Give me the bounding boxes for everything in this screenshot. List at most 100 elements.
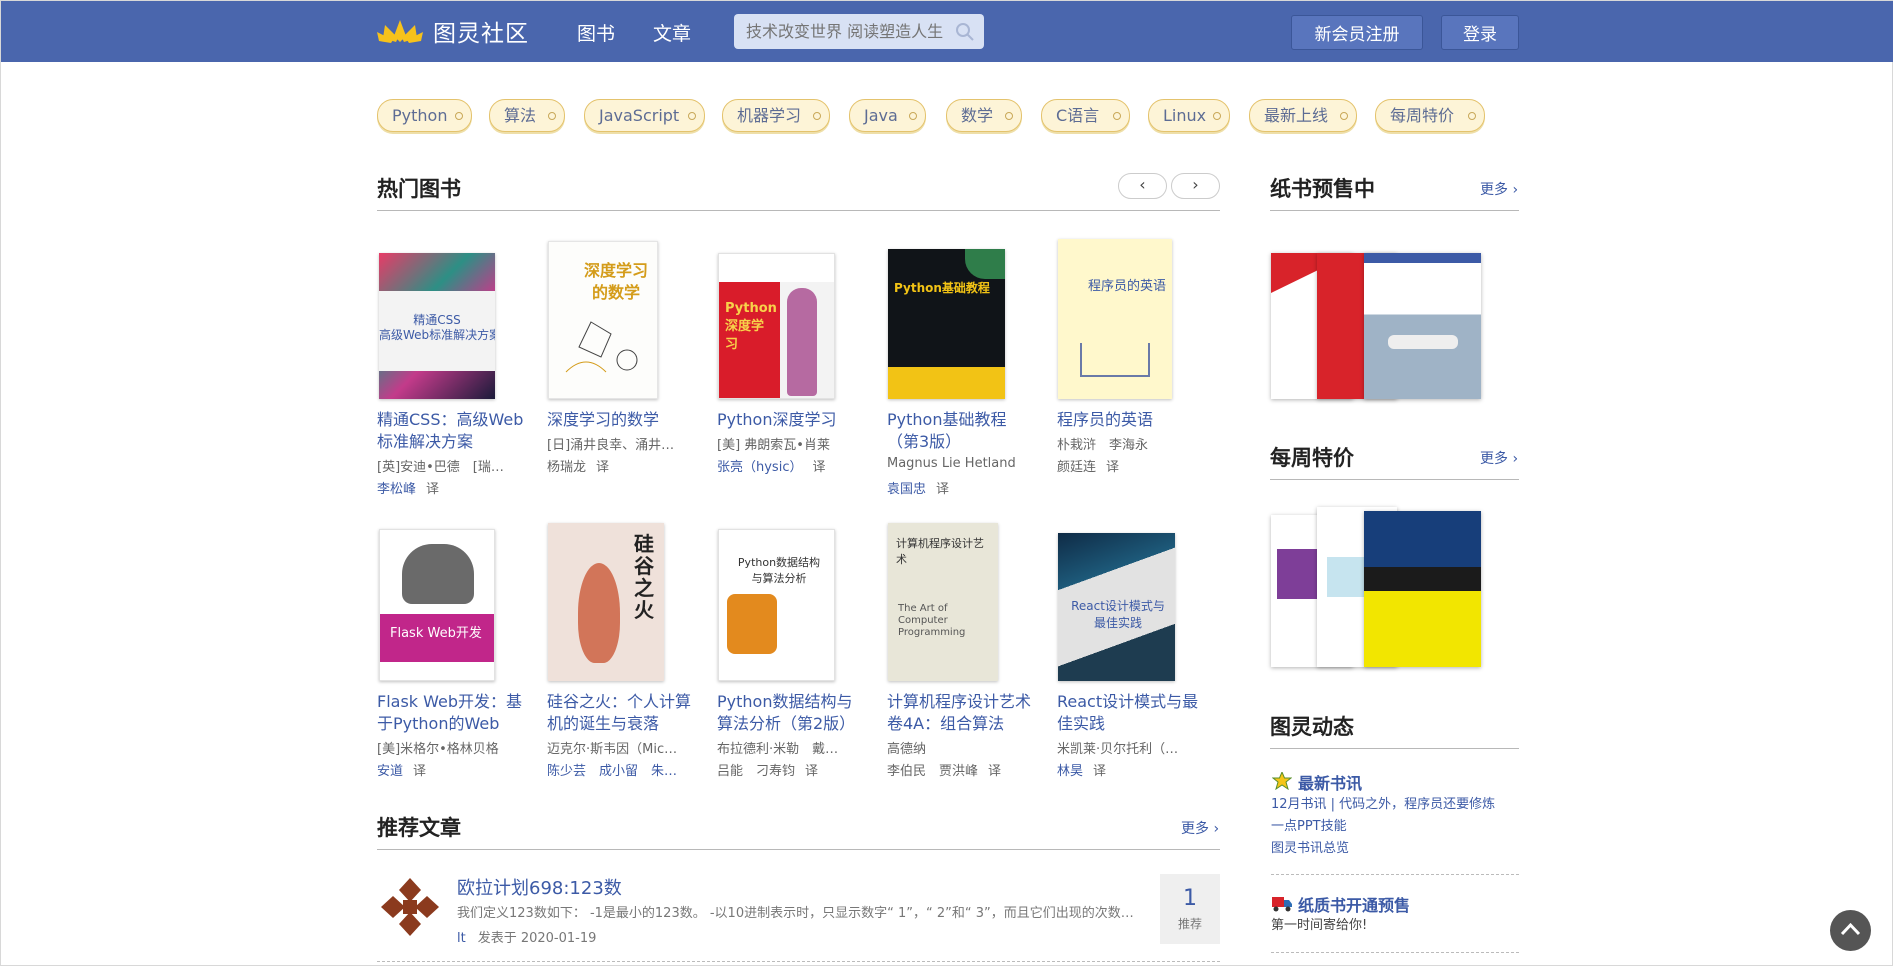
book-cover[interactable]: Python数据结构与算法分析 [718,529,835,681]
tag-algorithm[interactable]: 算法 [489,99,565,132]
tag-dot-icon [909,112,917,120]
news-line[interactable]: 图灵书讯总览 [1271,838,1349,860]
tag-machine-learning[interactable]: 机器学习 [722,99,830,132]
presale-book-cover[interactable] [1364,253,1481,399]
book-title[interactable]: Python基础教程（第3版） [887,409,1037,453]
tag-python[interactable]: Python [377,99,472,132]
book-translator: 颜廷连译 [1057,456,1207,475]
cover-figure [787,288,817,396]
section-divider [1270,748,1519,749]
cover-title: Python数据结构与算法分析 [737,556,821,585]
news-item-title[interactable]: 最新书讯 [1298,770,1362,794]
carousel-next-button[interactable]: › [1171,173,1220,199]
nav-articles[interactable]: 文章 [653,19,691,46]
tag-new-releases[interactable]: 最新上线 [1249,99,1357,132]
book-cover[interactable]: Python基础教程 [888,249,1005,399]
recommend-label: 推荐 [1177,917,1202,931]
translator-name[interactable]: 吕能 刁寿钧 [717,764,795,779]
book-cover[interactable]: 深度学习的数学 [548,241,658,399]
tag-weekly-deals[interactable]: 每周特价 [1375,99,1485,132]
search-icon[interactable] [955,22,975,42]
recommend-box[interactable]: 1 推荐 [1160,874,1220,944]
logo-text: 图灵社区 [433,21,529,47]
article-summary: 我们定义123数如下： -1是最小的123数。 -以10进制表示时，只显示数字“… [457,906,1134,921]
weekly-more-link[interactable]: 更多 › [1480,448,1518,468]
nav-books[interactable]: 图书 [577,19,615,46]
book-author: [美]米格尔•格林贝格 [377,742,499,757]
tag-dot-icon [548,112,556,120]
register-button[interactable]: 新会员注册 [1291,15,1423,50]
tag-math[interactable]: 数学 [946,99,1022,132]
news-item-title[interactable]: 纸质书开通预售 [1298,892,1410,916]
news-divider [1271,952,1519,953]
book-translator[interactable]: 陈少芸 成小留 朱… [547,760,697,779]
tag-dot-icon [455,112,463,120]
section-divider [1270,479,1519,480]
tag-dot-icon [1113,112,1121,120]
book-cover[interactable]: 精通CSS 高级Web标准解决方案 [379,253,495,399]
weekly-book-cover[interactable] [1364,511,1481,667]
book-title[interactable]: Python数据结构与算法分析（第2版） [717,691,867,735]
cover-art [965,249,1005,279]
book-title[interactable]: 精通CSS：高级Web标准解决方案 [377,409,527,453]
cover-title: React设计模式与最佳实践 [1071,599,1165,630]
book-cover[interactable]: React设计模式与最佳实践 [1058,533,1175,681]
book-title[interactable]: 计算机程序设计艺术 卷4A：组合算法 [887,691,1037,735]
book-title[interactable]: 深度学习的数学 [547,409,697,431]
book-cover[interactable]: Python深度学习 [718,253,835,399]
book-author: 高德纳 [887,742,927,757]
news-line[interactable]: 一点PPT技能 [1271,816,1347,838]
lotus-logo-icon [377,20,423,43]
book-title[interactable]: 程序员的英语 [1057,409,1207,431]
translator-name[interactable]: 安道 [377,764,403,779]
book-cover[interactable]: 程序员的英语 [1058,239,1172,399]
news-line[interactable]: 12月书讯 | 代码之外，程序员还要修炼 [1271,794,1495,816]
article-author[interactable]: lt [457,931,466,946]
translator-name[interactable]: 李松峰 [377,482,416,497]
login-button[interactable]: 登录 [1441,15,1519,50]
book-translator: 吕能 刁寿钧译 [717,760,867,779]
book-title[interactable]: Flask Web开发：基于Python的Web [377,691,527,735]
translate-label: 译 [805,764,819,779]
translator-name[interactable]: 林昊 [1057,764,1083,779]
book-title[interactable]: 硅谷之火：个人计算机的诞生与衰落 [547,691,697,735]
book-title[interactable]: Python深度学习 [717,409,867,431]
tag-java[interactable]: Java [849,99,926,132]
book-cover[interactable]: 计算机程序设计艺术 The Art of Computer Programming [888,523,998,681]
section-divider [377,849,1220,850]
search-box [734,14,984,49]
book-cover[interactable]: Flask Web开发 [379,529,495,681]
site-logo[interactable]: 图灵社区 [377,15,529,47]
tag-label: Python [392,106,448,125]
translate-label: 译 [1093,764,1107,779]
translator-name[interactable]: 袁国忠 [887,482,926,497]
book-cover[interactable]: 硅谷之火 [548,523,664,681]
article-avatar[interactable] [377,874,443,940]
cover-art [1080,343,1150,377]
translator-name[interactable]: 杨瑞龙 [547,460,586,475]
carousel-prev-button[interactable]: ‹ [1118,173,1167,199]
translate-label: 译 [596,460,610,475]
presale-more-link[interactable]: 更多 › [1480,179,1518,199]
translator-name[interactable]: 李伯民 贾洪峰 [887,764,978,779]
book-title[interactable]: React设计模式与最佳实践 [1057,691,1207,735]
tag-label: 数学 [961,106,994,125]
back-to-top-button[interactable] [1830,910,1871,951]
book-translator: 李松峰译 [377,478,527,497]
cover-art-icon [565,321,638,373]
book-author: Magnus Lie Hetland [887,456,1016,471]
cover-title: 硅谷之火 [634,532,654,622]
book-author: 迈克尔·斯韦因（Mic… [547,742,678,757]
chevron-up-icon [1840,922,1861,936]
tag-javascript[interactable]: JavaScript [584,99,705,132]
articles-more-link[interactable]: 更多 › [1181,818,1219,838]
cover-band [888,367,1005,399]
search-input[interactable] [734,14,984,49]
tag-c-language[interactable]: C语言 [1041,99,1130,132]
translator-name[interactable]: 颜廷连 [1057,460,1096,475]
tag-linux[interactable]: Linux [1148,99,1230,132]
book-translator: 袁国忠译 [887,478,1037,497]
article-title[interactable]: 欧拉计划698:123数 [457,874,622,900]
translator-name[interactable]: 张亮（hysic） [717,460,802,475]
book-author: 米凯莱·贝尔托利（… [1057,742,1179,757]
